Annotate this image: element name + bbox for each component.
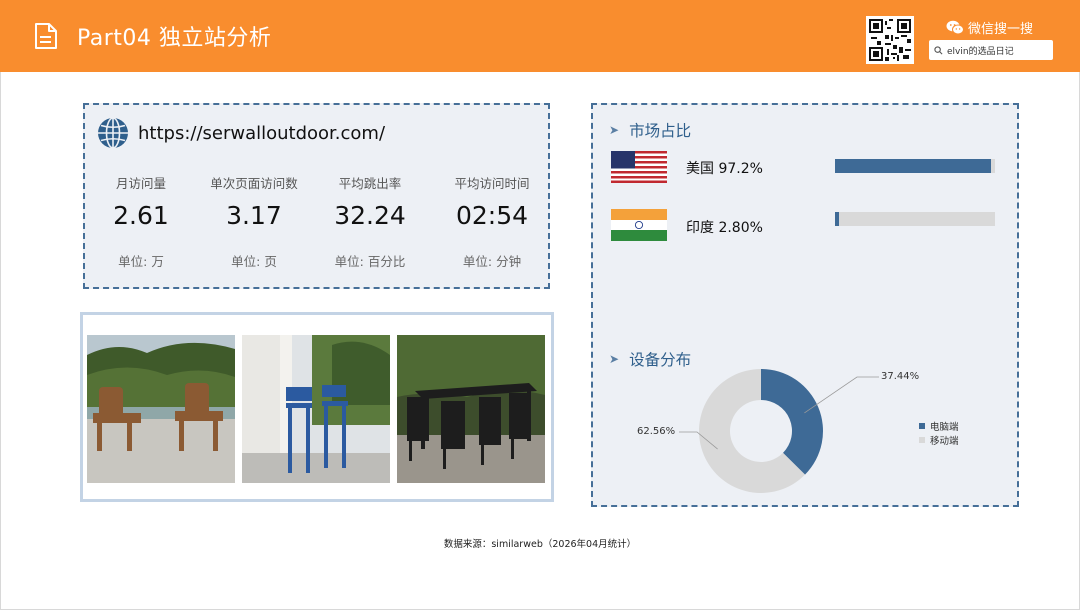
metric-unit: 单位: 万	[118, 254, 164, 269]
metric-bounce-rate: 平均跳出率 32.24 单位: 百分比	[311, 173, 429, 270]
metric-visit-duration: 平均访问时间 02:54 单位: 分钟	[433, 173, 551, 270]
leader-line-desktop	[804, 376, 879, 414]
metric-value: 2.61	[113, 201, 169, 230]
metric-label: 月访问量	[115, 176, 166, 191]
legend-swatch-mobile	[919, 437, 925, 443]
qr-code-icon	[866, 16, 914, 64]
metric-label: 平均访问时间	[454, 176, 530, 191]
site-stats-panel: https://serwalloutdoor.com/ 月访问量 2.61 单位…	[83, 103, 550, 289]
legend-label: 移动端	[930, 436, 959, 447]
country-label-us: 美国 97.2%	[686, 161, 763, 177]
leader-line-mobile	[679, 431, 718, 450]
chevron-right-icon: ➤	[609, 123, 620, 137]
search-text: elvin的选品日记	[947, 46, 1014, 57]
adirondack-chairs-photo	[87, 335, 235, 483]
donut-slice-mobile	[699, 369, 806, 493]
device-legend: 电脑端 移动端	[919, 419, 959, 447]
legend-swatch-desktop	[919, 423, 925, 429]
share-bar-us	[835, 159, 995, 173]
share-bar-fill-us	[835, 159, 991, 173]
page-title: Part04 独立站分析	[77, 26, 272, 51]
document-icon	[35, 23, 57, 49]
metric-label: 单次页面访问数	[210, 176, 298, 191]
share-bar-fill-india	[835, 212, 840, 226]
metric-value: 3.17	[226, 201, 282, 230]
metric-label: 平均跳出率	[338, 176, 402, 191]
metric-unit: 单位: 分钟	[462, 254, 522, 269]
search-box[interactable]: elvin的选品日记	[929, 40, 1053, 60]
desktop-share-label: 37.44%	[881, 371, 920, 382]
metric-monthly-visits: 月访问量 2.61 单位: 万	[82, 173, 200, 270]
device-title: 设备分布	[629, 351, 692, 369]
legend-item-desktop: 电脑端	[919, 419, 959, 433]
country-label-india: 印度 2.80%	[686, 220, 763, 236]
india-flag-icon	[611, 209, 667, 241]
metric-value: 32.24	[334, 201, 406, 230]
header-bar: Part04 独立站分析 微信搜一搜 elvin的选品日记	[0, 0, 1080, 72]
market-share-title: 市场占比	[629, 122, 692, 140]
device-heading: ➤ 设备分布	[609, 348, 691, 370]
product-photos	[80, 312, 554, 502]
market-share-heading: ➤ 市场占比	[609, 119, 691, 141]
share-bar-india	[835, 212, 995, 226]
site-url[interactable]: https://serwalloutdoor.com/	[138, 123, 385, 144]
metric-unit: 单位: 百分比	[334, 254, 406, 269]
wechat-search-text: 微信搜一搜	[968, 22, 1034, 37]
globe-icon	[98, 117, 128, 149]
market-device-panel: ➤ 市场占比 美国 97.2% 印度 2.80% ➤ 设备分布 37.44% 6…	[591, 103, 1019, 507]
black-dining-set-photo	[397, 335, 545, 483]
metric-value: 02:54	[455, 201, 529, 230]
legend-item-mobile: 移动端	[919, 433, 959, 447]
wechat-search-label: 微信搜一搜	[946, 18, 1033, 37]
metric-pages-per-visit: 单次页面访问数 3.17 单位: 页	[195, 173, 313, 270]
wechat-icon	[946, 20, 964, 35]
chevron-right-icon: ➤	[609, 352, 620, 366]
search-icon	[934, 45, 943, 54]
blue-bar-chairs-photo	[242, 335, 390, 483]
mobile-share-label: 62.56%	[637, 426, 676, 437]
data-source-note: 数据来源：similarweb（2026年04月统计）	[443, 539, 637, 550]
donut-slice-desktop	[761, 369, 823, 475]
legend-label: 电脑端	[930, 422, 959, 433]
us-flag-icon	[611, 151, 667, 183]
metric-unit: 单位: 页	[231, 254, 277, 269]
